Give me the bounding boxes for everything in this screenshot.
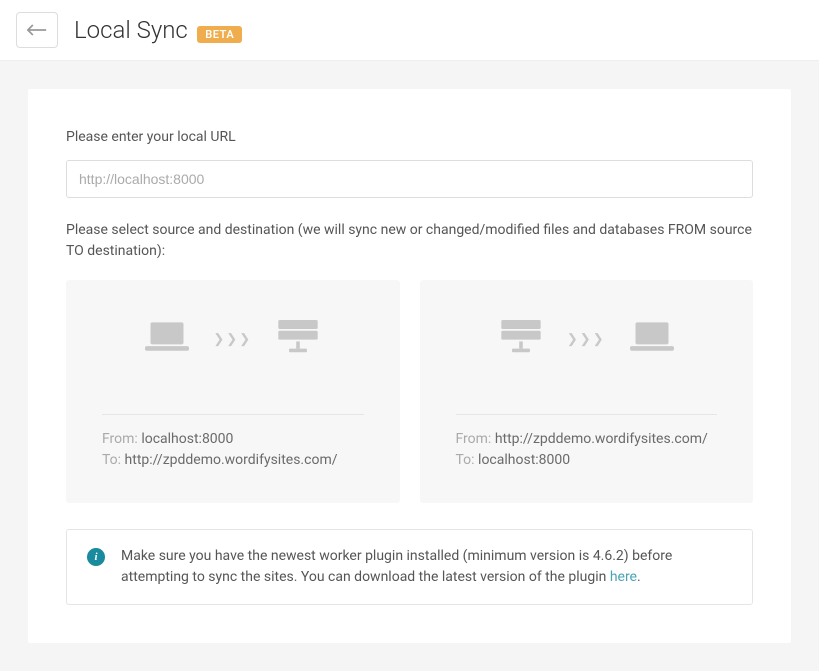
info-text-before: Make sure you have the newest worker plu… bbox=[121, 548, 672, 585]
chevron-right-icon: ❯❯❯ bbox=[213, 332, 252, 347]
from-to: From: localhost:8000 To: http://zpddemo.… bbox=[102, 429, 364, 471]
laptop-icon bbox=[145, 320, 189, 358]
option-remote-to-local[interactable]: ❯❯❯ From: http://zpddemo.wordifysites.co… bbox=[420, 280, 754, 503]
url-label: Please enter your local URL bbox=[66, 127, 753, 148]
info-link[interactable]: here bbox=[610, 569, 637, 585]
info-box: i Make sure you have the newest worker p… bbox=[66, 529, 753, 605]
back-arrow-icon bbox=[27, 23, 47, 37]
url-input[interactable] bbox=[66, 160, 753, 198]
icon-row: ❯❯❯ bbox=[456, 320, 718, 358]
option-local-to-remote[interactable]: ❯❯❯ From: localhost:8000 To: http://zpdd… bbox=[66, 280, 400, 503]
back-button[interactable] bbox=[16, 12, 58, 48]
info-icon: i bbox=[87, 548, 105, 566]
divider bbox=[102, 414, 364, 415]
select-label: Please select source and destination (we… bbox=[66, 220, 753, 262]
from-label: From: bbox=[102, 431, 138, 447]
server-icon bbox=[276, 320, 320, 358]
to-label: To: bbox=[102, 452, 121, 468]
page-title: Local Sync bbox=[74, 16, 188, 44]
server-icon bbox=[499, 320, 543, 358]
info-text: Make sure you have the newest worker plu… bbox=[121, 546, 732, 588]
to-value: localhost:8000 bbox=[478, 452, 570, 468]
from-value: http://zpddemo.wordifysites.com/ bbox=[495, 431, 708, 447]
laptop-icon bbox=[630, 320, 674, 358]
content-wrap: Please enter your local URL Please selec… bbox=[0, 61, 819, 671]
from-to: From: http://zpddemo.wordifysites.com/ T… bbox=[456, 429, 718, 471]
beta-badge: BETA bbox=[197, 26, 242, 43]
main-card: Please enter your local URL Please selec… bbox=[28, 89, 791, 643]
from-value: localhost:8000 bbox=[141, 431, 233, 447]
to-label: To: bbox=[456, 452, 475, 468]
from-label: From: bbox=[456, 431, 492, 447]
info-text-after: . bbox=[637, 569, 641, 585]
title-wrap: Local Sync BETA bbox=[74, 16, 242, 44]
divider bbox=[456, 414, 718, 415]
to-value: http://zpddemo.wordifysites.com/ bbox=[125, 452, 338, 468]
chevron-right-icon: ❯❯❯ bbox=[567, 332, 606, 347]
page-header: Local Sync BETA bbox=[0, 0, 819, 61]
options-row: ❯❯❯ From: localhost:8000 To: http://zpdd… bbox=[66, 280, 753, 503]
icon-row: ❯❯❯ bbox=[102, 320, 364, 358]
